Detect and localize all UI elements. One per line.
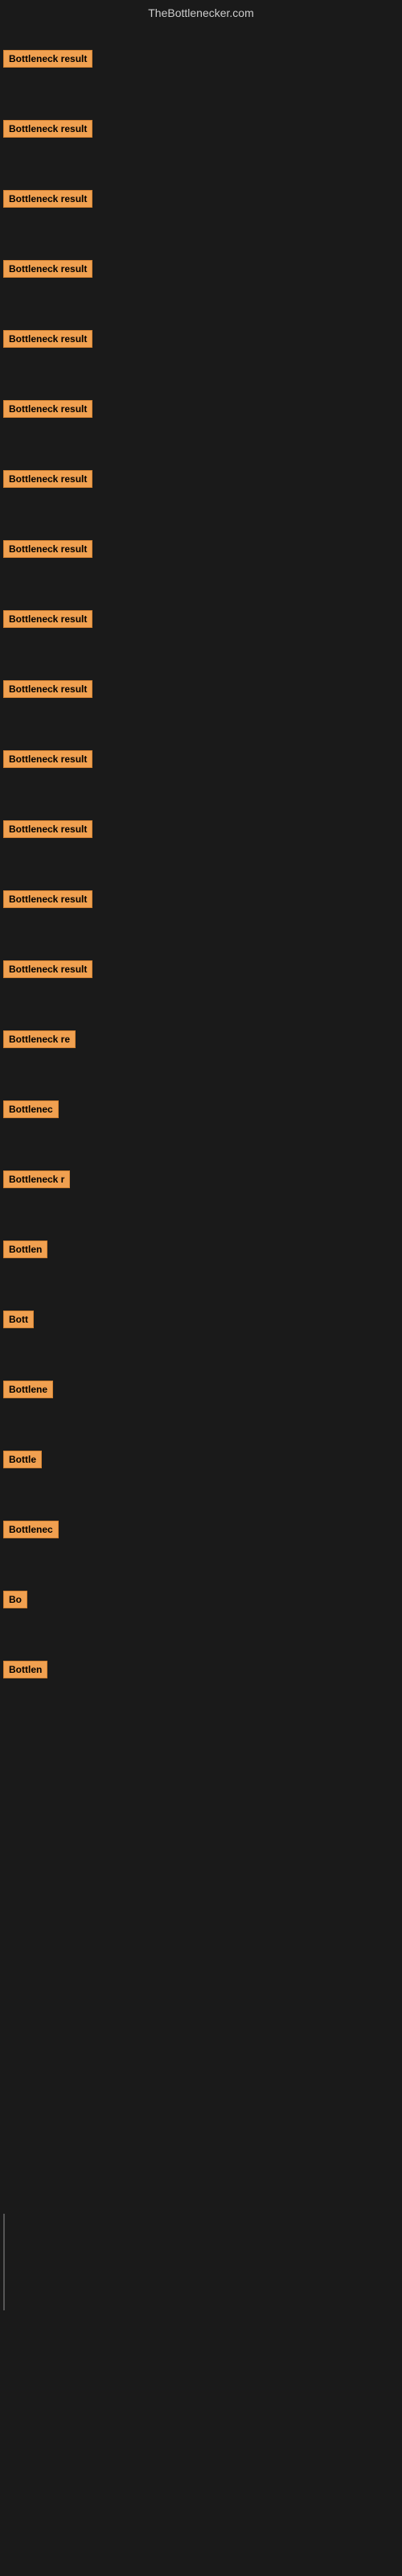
- bottleneck-badge[interactable]: Bottleneck r: [3, 1170, 70, 1188]
- vertical-line: [3, 2214, 5, 2310]
- bottleneck-badge[interactable]: Bottlenec: [3, 1100, 59, 1118]
- bottleneck-badge[interactable]: Bottlenec: [3, 1521, 59, 1538]
- bottleneck-badge-row: Bottlen: [3, 1241, 47, 1262]
- bottleneck-badge-row: Bottlenec: [3, 1521, 59, 1542]
- bottleneck-badge-row: Bottleneck result: [3, 820, 92, 842]
- bottleneck-badge[interactable]: Bott: [3, 1311, 34, 1328]
- bottleneck-badge-row: Bott: [3, 1311, 34, 1332]
- bottleneck-badge-row: Bottleneck result: [3, 610, 92, 632]
- bottleneck-badge[interactable]: Bottleneck result: [3, 260, 92, 278]
- bottleneck-badge-row: Bottleneck result: [3, 260, 92, 282]
- bottleneck-badge-row: Bottleneck result: [3, 470, 92, 492]
- bottleneck-badge-row: Bo: [3, 1591, 27, 1612]
- bottleneck-badge[interactable]: Bottle: [3, 1451, 42, 1468]
- bottleneck-badge-row: Bottleneck r: [3, 1170, 70, 1192]
- bottleneck-badge[interactable]: Bottlen: [3, 1241, 47, 1258]
- bottleneck-badge[interactable]: Bottleneck result: [3, 750, 92, 768]
- bottleneck-badge-row: Bottleneck result: [3, 330, 92, 352]
- bottleneck-badge-row: Bottlen: [3, 1661, 47, 1682]
- bottleneck-badge-row: Bottleneck result: [3, 120, 92, 142]
- bottleneck-badge[interactable]: Bottleneck result: [3, 610, 92, 628]
- bottleneck-badge[interactable]: Bottleneck result: [3, 960, 92, 978]
- bottleneck-badge[interactable]: Bottleneck re: [3, 1030, 76, 1048]
- bottleneck-badge[interactable]: Bottleneck result: [3, 400, 92, 418]
- bottleneck-badge[interactable]: Bottleneck result: [3, 470, 92, 488]
- bottleneck-badge[interactable]: Bo: [3, 1591, 27, 1608]
- bottleneck-badge-row: Bottleneck result: [3, 680, 92, 702]
- site-title: TheBottlenecker.com: [0, 0, 402, 26]
- bottleneck-badge[interactable]: Bottleneck result: [3, 50, 92, 68]
- bottleneck-badge-row: Bottleneck result: [3, 540, 92, 562]
- bottleneck-badge[interactable]: Bottleneck result: [3, 540, 92, 558]
- bottleneck-badge[interactable]: Bottleneck result: [3, 820, 92, 838]
- bottleneck-badge[interactable]: Bottleneck result: [3, 680, 92, 698]
- bottleneck-badge[interactable]: Bottleneck result: [3, 120, 92, 138]
- bottleneck-badge-row: Bottlene: [3, 1381, 53, 1402]
- bottleneck-badge-row: Bottleneck result: [3, 190, 92, 212]
- bottleneck-badge-row: Bottleneck re: [3, 1030, 76, 1052]
- bottleneck-badge-row: Bottlenec: [3, 1100, 59, 1122]
- page-wrapper: TheBottlenecker.com Bottleneck resultBot…: [0, 0, 402, 2576]
- bottleneck-badge[interactable]: Bottlene: [3, 1381, 53, 1398]
- bottleneck-badge-row: Bottleneck result: [3, 400, 92, 422]
- badge-container: Bottleneck result Bottleneck result Bottle…: [0, 26, 402, 1797]
- site-title-text: TheBottlenecker.com: [148, 6, 254, 19]
- bottleneck-badge-row: Bottleneck result: [3, 960, 92, 982]
- bottleneck-badge[interactable]: Bottleneck result: [3, 190, 92, 208]
- bottleneck-badge-row: Bottleneck result: [3, 750, 92, 772]
- bottleneck-badge-row: Bottleneck result: [3, 50, 92, 72]
- bottleneck-badge-row: Bottle: [3, 1451, 42, 1472]
- bottleneck-badge[interactable]: Bottlen: [3, 1661, 47, 1678]
- bottleneck-badge[interactable]: Bottleneck result: [3, 890, 92, 908]
- bottleneck-badge-row: Bottleneck result: [3, 890, 92, 912]
- bottleneck-badge[interactable]: Bottleneck result: [3, 330, 92, 348]
